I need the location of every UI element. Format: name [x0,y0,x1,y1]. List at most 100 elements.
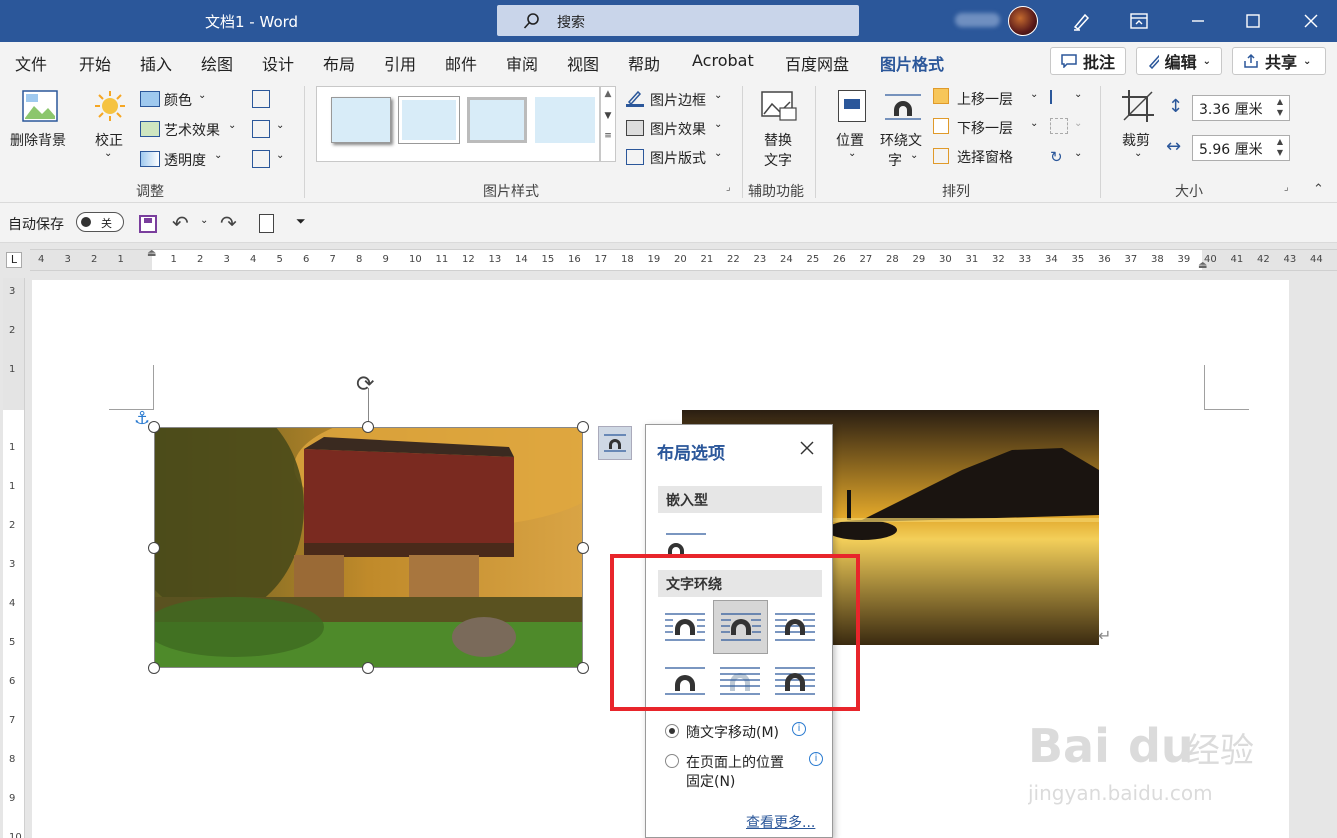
vertical-ruler[interactable]: 3 2 1 1 1 2 3 4 5 6 7 8 9 10 [3,278,25,838]
wrap-text-button[interactable]: 环绕文 [880,130,922,150]
more-icon[interactable]: ≡ [601,131,615,141]
transparency-button[interactable]: 透明度 [164,150,206,170]
picture-style-thumb[interactable] [398,96,460,144]
right-indent-marker-icon[interactable]: ⏏ [1198,260,1207,271]
tab-insert[interactable]: 插入 [140,51,172,75]
selection-pane-button[interactable]: 选择窗格 [957,147,1013,167]
spin-down-icon[interactable]: ▼ [1277,148,1283,157]
tab-draw[interactable]: 绘图 [201,51,233,75]
resize-handle[interactable] [577,542,589,554]
see-more-link[interactable]: 查看更多... [746,812,815,832]
tab-mailings[interactable]: 邮件 [445,51,477,75]
collapse-ribbon-icon[interactable]: ⌃ [1313,182,1324,197]
chevron-down-icon[interactable]: ⌄ [200,215,208,226]
reset-picture-icon[interactable] [252,150,270,168]
close-icon[interactable] [1296,9,1326,33]
edit-button[interactable]: 编辑 ⌄ [1136,47,1222,75]
change-picture-icon[interactable] [252,120,270,138]
adjust-group-label: 调整 [136,184,164,200]
tab-review[interactable]: 审阅 [506,51,538,75]
artistic-effects-button[interactable]: 艺术效果 [164,120,220,140]
info-icon[interactable]: i [809,752,823,766]
minimize-icon[interactable] [1183,9,1213,33]
picture-styles-gallery[interactable] [316,86,600,162]
dialog-launcher-icon[interactable]: ⌟ [1284,182,1289,193]
chevron-down-icon[interactable]: ▼ [601,111,615,121]
save-icon[interactable] [139,215,157,233]
tab-design[interactable]: 设计 [262,51,294,75]
dialog-launcher-icon[interactable]: ⌟ [726,182,731,193]
tab-references[interactable]: 引用 [384,51,416,75]
compress-pictures-icon[interactable] [252,90,270,108]
send-backward-button[interactable]: 下移一层 [957,118,1013,138]
resize-handle[interactable] [148,662,160,674]
picture-style-thumb[interactable] [331,97,391,143]
close-icon[interactable] [800,441,814,459]
fix-position-label-line2[interactable]: 固定(N) [686,771,735,791]
undo-icon[interactable]: ↶ [172,211,189,235]
alt-text-button-line2[interactable]: 文字 [764,150,792,170]
pen-icon[interactable] [1066,9,1096,33]
redo-icon[interactable]: ↷ [220,211,237,235]
height-field[interactable]: 3.36 厘米 ▲ ▼ [1192,95,1290,121]
move-with-text-label[interactable]: 随文字移动(M) [686,722,779,742]
tab-acrobat[interactable]: Acrobat [692,51,754,70]
spin-up-icon[interactable]: ▲ [1277,97,1283,106]
spin-up-icon[interactable]: ▲ [1277,137,1283,146]
tab-home[interactable]: 开始 [79,51,111,75]
horizontal-ruler[interactable]: 4 3 2 1 1 2 3 4 5 6 7 8 9 10 11 12 13 14 15 16 17 18 19 20 21 22 2… [30,248,1337,271]
picture-border-button[interactable]: 图片边框 [650,90,706,110]
info-icon[interactable]: i [792,722,806,736]
remove-background-button[interactable]: 删除背景 [10,130,66,150]
comment-button[interactable]: 批注 [1050,47,1126,75]
picture-layout-button[interactable]: 图片版式 [650,148,706,168]
tab-baidu-netdisk[interactable]: 百度网盘 [785,51,849,75]
wrap-text-button-line2[interactable]: 字 [888,150,902,170]
crop-button[interactable]: 裁剪 [1122,130,1150,150]
tab-layout[interactable]: 布局 [323,51,355,75]
share-button[interactable]: 共享 ⌄ [1232,47,1326,75]
picture-style-thumb[interactable] [535,97,595,143]
resize-handle[interactable] [577,662,589,674]
align-icon[interactable] [1050,90,1068,104]
gallery-scroll[interactable]: ▲ ▼ ≡ [600,86,616,162]
ruler-tick-label: 1 [117,254,124,265]
move-with-text-radio[interactable] [665,724,679,738]
position-button[interactable]: 位置 [836,130,864,150]
tab-view[interactable]: 视图 [567,51,599,75]
bring-forward-button[interactable]: 上移一层 [957,89,1013,109]
margin-corner-mark [109,365,154,410]
tab-selector-icon[interactable]: L [6,252,22,268]
fix-position-radio[interactable] [665,754,679,768]
alt-text-button[interactable]: 替换 [764,130,792,150]
width-field[interactable]: 5.96 厘米 ▲ ▼ [1192,135,1290,161]
resize-handle[interactable] [577,421,589,433]
ruler-tick-label: 5 [276,254,283,265]
rotate-handle-icon[interactable]: ⟳ [356,372,374,397]
autosave-toggle[interactable]: 关 [76,212,124,232]
chevron-up-icon[interactable]: ▲ [601,89,615,99]
ruler-tick-label: 7 [9,715,16,726]
search-box[interactable]: 搜索 [497,5,859,36]
maximize-icon[interactable] [1238,9,1268,33]
rotate-icon[interactable]: ↻ [1050,148,1068,166]
resize-handle[interactable] [362,421,374,433]
tab-help[interactable]: 帮助 [628,51,660,75]
color-button[interactable]: 颜色 [164,90,192,110]
resize-handle[interactable] [148,542,160,554]
tab-file[interactable]: 文件 [15,51,47,75]
picture-effects-button[interactable]: 图片效果 [650,119,706,139]
resize-handle[interactable] [362,662,374,674]
quick-access-toolbar: 自动保存 关 ↶ ⌄ ↷ ⏷ [0,203,1337,243]
picture-style-thumb[interactable] [467,97,527,143]
spin-down-icon[interactable]: ▼ [1277,108,1283,117]
avatar[interactable] [1008,6,1038,36]
corrections-button[interactable]: 校正 [95,130,123,150]
ribbon-display-icon[interactable] [1124,9,1154,33]
new-document-icon[interactable] [259,214,274,233]
indent-marker-icon[interactable]: ⏏ [147,248,156,259]
customize-qat-icon[interactable]: ⏷ [296,214,306,229]
fix-position-label[interactable]: 在页面上的位置 [686,752,784,772]
resize-handle[interactable] [148,421,160,433]
layout-options-button[interactable] [598,426,632,460]
